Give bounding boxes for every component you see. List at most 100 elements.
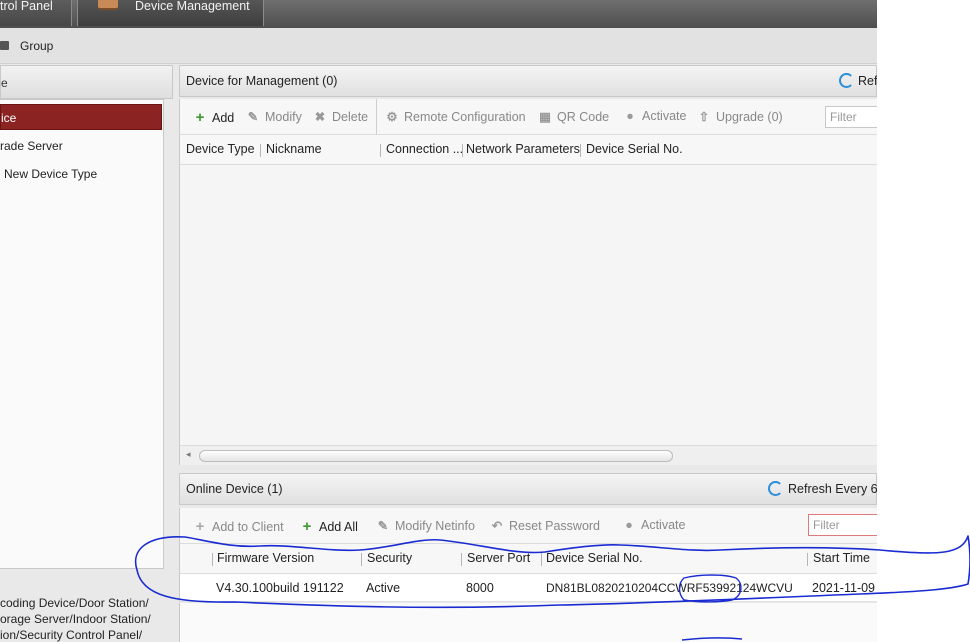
column-server-port[interactable]: Server Port	[467, 551, 530, 565]
device-management-header: Device for Management (0) Ref	[179, 65, 877, 97]
online-device-table-header: Firmware Version Security Server Port De…	[179, 544, 877, 574]
column-divider	[462, 144, 463, 157]
cell-start-time: 2021-11-09 2	[812, 581, 877, 595]
column-connection[interactable]: Connection ...	[386, 142, 463, 156]
column-device-type[interactable]: Device Type	[186, 142, 255, 156]
group-bar: Group	[0, 28, 877, 64]
cell-firmware: V4.30.100build 191122	[216, 581, 344, 595]
add-label: Add	[212, 111, 235, 125]
refresh-icon[interactable]	[768, 481, 783, 496]
modify-netinfo-button[interactable]: ✎ Modify Netinfo	[377, 518, 475, 533]
delete-icon: ✖	[314, 110, 326, 124]
upload-arrow-icon: ⇧	[698, 110, 710, 124]
device-type-item-new-device-type[interactable]: New Device Type	[0, 161, 162, 187]
online-device-title: Online Device (1)	[186, 482, 283, 496]
qr-code-icon: ▦	[539, 110, 551, 124]
group-button[interactable]: Group	[20, 39, 53, 53]
description-line: orage Server/Indoor Station/	[0, 612, 151, 626]
modify-button[interactable]: ✎ Modify	[247, 109, 302, 124]
scroll-left-icon[interactable]: ◂	[186, 449, 191, 460]
reset-password-label: Reset Password	[509, 519, 601, 533]
refresh-every-button[interactable]: Refresh Every 60	[788, 482, 877, 496]
description-line: ion/Security Control Panel/	[0, 628, 143, 642]
cell-serial: DN81BL0820210204CCWRF53992124WCVU	[546, 581, 793, 595]
undo-icon: ↶	[491, 519, 503, 533]
refresh-button[interactable]: Ref	[858, 74, 877, 88]
tab-control-panel[interactable]: trol Panel	[0, 0, 72, 26]
cell-server-port: 8000	[466, 581, 494, 595]
edit-icon: ✎	[247, 110, 259, 124]
main-panel: Device for Management (0) Ref + Add ✎ Modi…	[179, 65, 877, 642]
app-window: trol Panel Device Management Group e ice…	[0, 0, 877, 642]
device-management-table-header: Device Type Nickname Connection ... Netw…	[179, 135, 877, 165]
column-divider	[380, 144, 381, 157]
online-filter-input[interactable]: Filter	[808, 514, 877, 536]
activate-label: Activate	[641, 518, 686, 532]
delete-button[interactable]: ✖ Delete	[314, 109, 368, 124]
column-divider	[541, 553, 542, 566]
qr-code-button[interactable]: ▦ QR Code	[539, 109, 609, 124]
reset-password-button[interactable]: ↶ Reset Password	[491, 518, 600, 533]
column-divider	[361, 553, 362, 566]
device-management-icon	[98, 0, 118, 10]
edit-icon: ✎	[377, 519, 389, 533]
tab-device-management[interactable]: Device Management	[77, 0, 264, 26]
column-device-serial[interactable]: Device Serial No.	[546, 551, 643, 565]
add-to-client-button[interactable]: + Add to Client	[194, 518, 284, 535]
add-button[interactable]: + Add	[194, 109, 235, 126]
column-start-time[interactable]: Start Time	[813, 551, 870, 565]
device-type-item-device[interactable]: ice	[0, 104, 162, 130]
device-management-title: Device for Management (0)	[186, 74, 338, 88]
column-firmware-version[interactable]: Firmware Version	[217, 551, 314, 565]
description-line: coding Device/Door Station/	[0, 596, 149, 610]
device-type-item-label: ice	[1, 111, 17, 125]
add-all-button[interactable]: + Add All	[301, 518, 358, 535]
online-device-header: Online Device (1) Refresh Every 60	[179, 473, 877, 505]
remote-configuration-button[interactable]: ⚙ Remote Configuration	[386, 109, 526, 124]
refresh-icon[interactable]	[839, 73, 854, 88]
online-device-table-body	[179, 603, 877, 642]
device-filter-input[interactable]: Filter	[825, 106, 877, 128]
plus-icon: +	[195, 109, 205, 126]
modify-netinfo-label: Modify Netinfo	[395, 519, 475, 533]
activate-label: Activate	[642, 109, 687, 123]
device-type-item-upgrade-server[interactable]: rade Server	[0, 133, 162, 159]
column-nickname[interactable]: Nickname	[266, 142, 322, 156]
upgrade-label: Upgrade (0)	[716, 110, 783, 124]
activate-button[interactable]: ● Activate	[623, 518, 685, 532]
table-row[interactable]: V4.30.100build 191122 Active 8000 DN81BL…	[179, 574, 877, 602]
device-management-toolbar: + Add ✎ Modify ✖ Delete ⚙ Remote Configurati…	[179, 99, 877, 135]
column-security[interactable]: Security	[367, 551, 412, 565]
horizontal-scrollbar[interactable]: ◂	[179, 445, 877, 465]
folder-icon	[0, 41, 9, 50]
add-all-label: Add All	[319, 520, 358, 534]
plus-icon: +	[195, 518, 205, 535]
device-type-list: ice rade Server New Device Type	[0, 99, 164, 569]
modify-label: Modify	[265, 110, 302, 124]
delete-label: Delete	[332, 110, 369, 124]
column-divider	[807, 553, 808, 566]
lightbulb-icon: ●	[626, 109, 634, 123]
device-type-item-label: rade Server	[0, 139, 63, 153]
tab-strip: trol Panel Device Management	[0, 0, 877, 28]
device-type-panel-header: e	[0, 65, 173, 99]
remote-configuration-label: Remote Configuration	[404, 110, 526, 124]
column-divider	[461, 553, 462, 566]
activate-button[interactable]: ● Activate	[624, 109, 686, 123]
tab-control-panel-label: trol Panel	[0, 0, 53, 13]
add-to-client-label: Add to Client	[212, 520, 284, 534]
upgrade-button[interactable]: ⇧ Upgrade (0)	[698, 109, 783, 124]
tab-device-management-label: Device Management	[135, 0, 250, 13]
column-device-serial[interactable]: Device Serial No.	[586, 142, 683, 156]
gear-icon: ⚙	[386, 110, 398, 124]
lightbulb-icon: ●	[625, 518, 633, 532]
cell-security: Active	[366, 581, 401, 595]
column-divider	[212, 553, 213, 566]
column-network-parameters[interactable]: Network Parameters	[466, 142, 580, 156]
column-divider	[580, 144, 581, 157]
device-type-item-label: New Device Type	[4, 167, 98, 181]
device-type-description: coding Device/Door Station/ orage Server…	[0, 595, 173, 642]
column-divider	[260, 144, 261, 157]
online-device-toolbar: + Add to Client + Add All ✎ Modify Netinfo …	[179, 508, 877, 544]
scrollbar-thumb[interactable]	[199, 450, 673, 462]
